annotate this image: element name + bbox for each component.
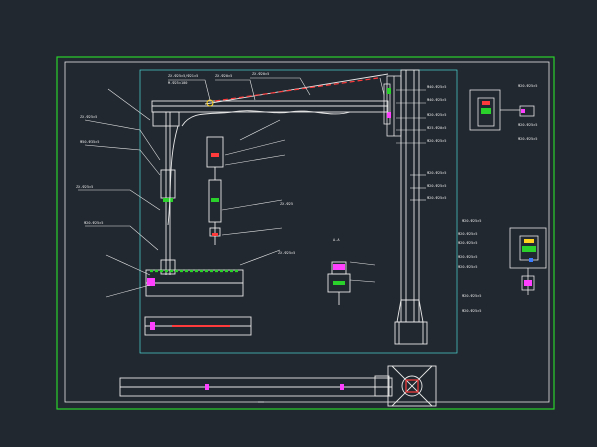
plan-strip-m	[150, 322, 155, 330]
hoist-marker-red	[211, 153, 219, 157]
label-detail-b-1: Ф20-Ф25×5	[462, 219, 481, 223]
hanger-marker	[163, 198, 173, 202]
label-right-2: Ф40-Ф25×5	[427, 98, 446, 102]
column	[394, 69, 428, 345]
hoist-marker-red-2	[212, 233, 218, 236]
bottom-plan-m1	[205, 384, 209, 390]
label-detail-a-1: Ф20-Ф25×5	[518, 84, 537, 88]
label-detail-b-2: Ф20-Ф25×5	[458, 232, 477, 236]
slewing-marker-1	[387, 88, 391, 94]
label-right-8: Ф20-Ф25×5	[427, 196, 446, 200]
label-mid-2: ZX-Ф25×5	[278, 251, 295, 255]
labels: ZX-Ф25×5/Ф21×5 ZX-Ф20×5 ZX-Ф20×5 M-Ф25×1…	[76, 72, 537, 313]
slewing-marker-2	[387, 112, 391, 118]
hose	[167, 125, 179, 226]
label-top-callout-1: ZX-Ф25×5/Ф21×5	[168, 74, 198, 78]
detail-a-r	[482, 101, 490, 105]
label-right-6: Ф20-Ф25×5	[427, 171, 446, 175]
hoist-marker-green	[211, 198, 219, 202]
cad-canvas[interactable]: ZX-Ф25×5/Ф21×5 ZX-Ф20×5 ZX-Ф20×5 M-Ф25×1…	[0, 0, 597, 447]
label-left-4: Ф20-Ф25×5	[84, 221, 103, 225]
boom-arm	[151, 100, 389, 113]
detail-b-y	[524, 239, 534, 243]
label-detail-b-6: Ф20-Ф25×5	[462, 294, 481, 298]
label-right-5: Ф20-Ф25×5	[427, 139, 446, 143]
bottom-plan-m2	[340, 384, 344, 390]
base-marker	[147, 278, 155, 286]
detail-b-m	[524, 280, 532, 286]
label-right-1: Ф40-Ф25×5	[427, 85, 446, 89]
hose-2	[181, 110, 351, 127]
label-detail-a-2: Ф20-Ф25×5	[518, 123, 537, 127]
label-left-2: Ф50-Ф35×5	[80, 140, 99, 144]
section-aa-m	[333, 264, 345, 270]
label-mid-1: ZX-Ф25	[280, 202, 293, 206]
label-top-callout-4: M-Ф25×100	[168, 81, 187, 85]
label-detail-b-3: Ф20-Ф25×5	[458, 241, 477, 245]
label-detail-b-7: Ф20-Ф25×5	[462, 309, 481, 313]
detail-b-b	[529, 258, 533, 262]
label-left-1: ZX-Ф25×5	[80, 115, 97, 119]
section-aa-g	[333, 281, 345, 285]
label-detail-b-5: Ф20-Ф25×5	[458, 265, 477, 269]
bottom-plan	[119, 365, 437, 407]
label-mid-3: A-A	[333, 238, 340, 242]
label-right-7: Ф20-Ф25×5	[427, 184, 446, 188]
label-detail-a-3: Ф20-Ф25×5	[518, 137, 537, 141]
tie-rod-hatch	[214, 77, 379, 102]
cad-drawing: ZX-Ф25×5/Ф21×5 ZX-Ф20×5 ZX-Ф20×5 M-Ф25×1…	[0, 0, 597, 447]
label-top-callout-2: ZX-Ф20×5	[215, 74, 232, 78]
label-detail-b-4: Ф20-Ф25×5	[458, 255, 477, 259]
detail-a-g	[481, 108, 491, 114]
detail-b-g	[522, 246, 536, 252]
detail-a-m	[521, 109, 525, 113]
label-top-callout-3: ZX-Ф20×5	[252, 72, 269, 76]
label-right-3: Ф20-Ф25×5	[427, 113, 446, 117]
label-right-4: Ф25-Ф20×5	[427, 126, 446, 130]
outer-frame	[56, 56, 555, 410]
label-left-3: ZX-Ф25×5	[76, 185, 93, 189]
